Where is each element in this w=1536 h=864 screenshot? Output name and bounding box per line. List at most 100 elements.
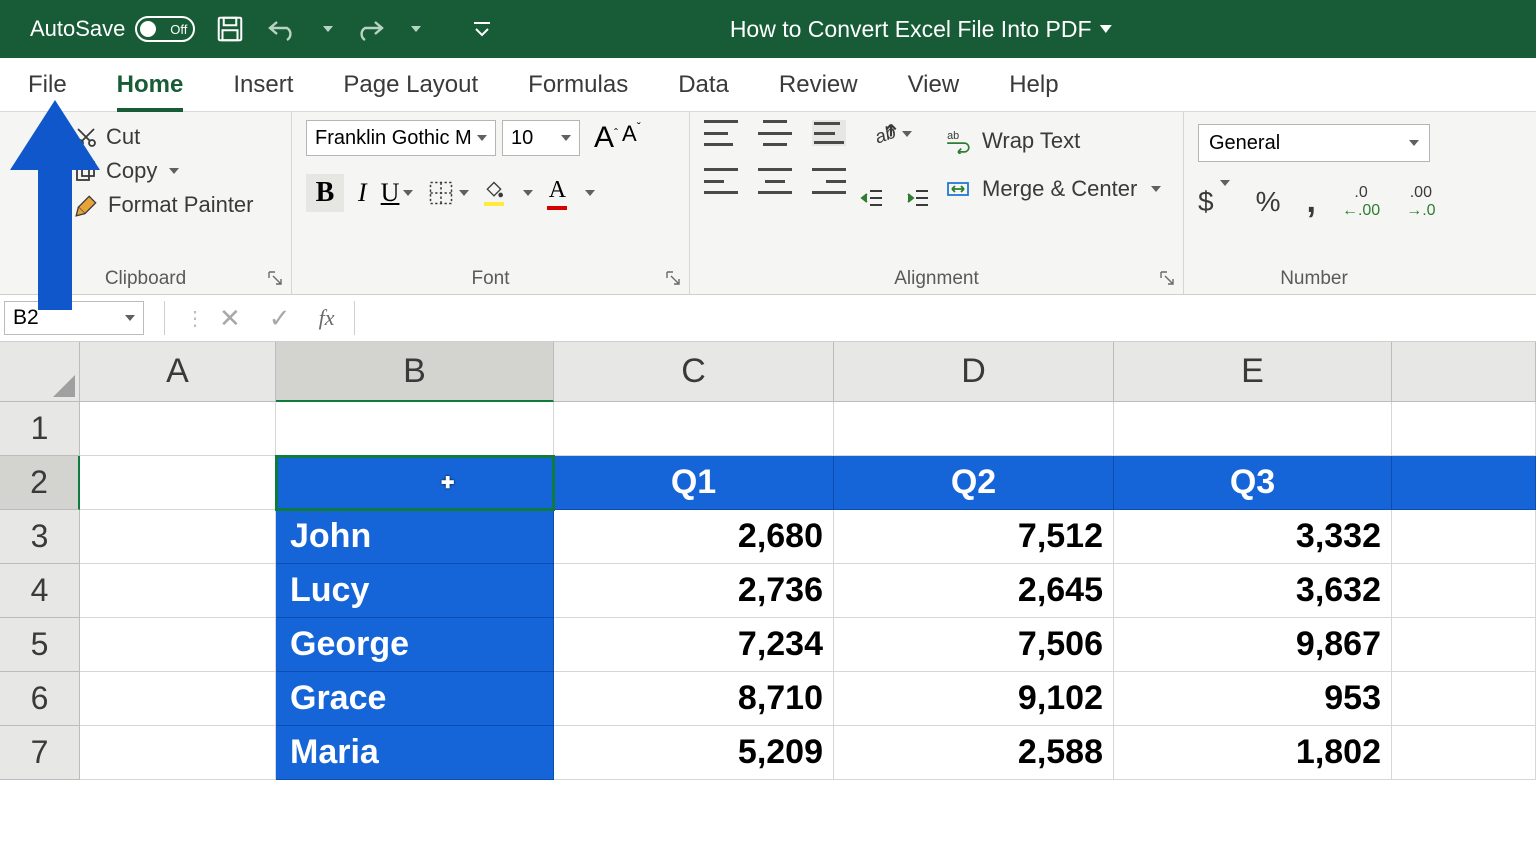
cell[interactable] — [1392, 618, 1536, 672]
cell[interactable]: 953 — [1114, 672, 1392, 726]
fill-color-button[interactable] — [483, 180, 505, 206]
save-icon[interactable] — [215, 14, 245, 44]
cell[interactable] — [80, 510, 276, 564]
col-header-e[interactable]: E — [1114, 342, 1392, 402]
cell[interactable]: 2,736 — [554, 564, 834, 618]
increase-indent-button[interactable] — [904, 186, 932, 215]
cell[interactable] — [554, 402, 834, 456]
percent-format-button[interactable]: % — [1256, 186, 1281, 218]
row-header-4[interactable]: 4 — [0, 564, 80, 618]
cell[interactable]: Q3 — [1114, 456, 1392, 510]
font-color-dropdown-icon[interactable] — [585, 190, 595, 196]
tab-data[interactable]: Data — [678, 58, 729, 111]
cancel-formula-button[interactable]: ✕ — [219, 303, 241, 334]
cell[interactable]: 7,512 — [834, 510, 1114, 564]
cell[interactable]: Q1 — [554, 456, 834, 510]
row-header-3[interactable]: 3 — [0, 510, 80, 564]
row-header-1[interactable]: 1 — [0, 402, 80, 456]
cell[interactable]: 2,645 — [834, 564, 1114, 618]
bold-button[interactable]: B — [306, 174, 344, 212]
wrap-text-button[interactable]: ab Wrap Text — [944, 128, 1169, 154]
align-middle-button[interactable] — [758, 120, 792, 146]
accounting-format-button[interactable]: $ — [1198, 186, 1230, 218]
autosave-toggle[interactable]: Off — [135, 16, 195, 42]
clipboard-dialog-launcher[interactable] — [267, 270, 285, 288]
cell[interactable]: 2,680 — [554, 510, 834, 564]
merge-center-button[interactable]: Merge & Center — [944, 176, 1169, 202]
cell[interactable]: 7,506 — [834, 618, 1114, 672]
row-header-2[interactable]: 2 — [0, 456, 80, 510]
cell[interactable] — [80, 456, 276, 510]
increase-font-button[interactable]: Aˆ — [594, 121, 618, 155]
font-name-select[interactable]: Franklin Gothic M — [306, 120, 496, 156]
tab-help[interactable]: Help — [1009, 58, 1058, 111]
align-top-button[interactable] — [704, 120, 738, 146]
orientation-button[interactable]: ab — [870, 120, 912, 148]
row-header-6[interactable]: 6 — [0, 672, 80, 726]
tab-insert[interactable]: Insert — [233, 58, 293, 111]
cell[interactable] — [80, 402, 276, 456]
cell-selected[interactable]: ✚ — [276, 456, 554, 510]
cell[interactable]: 9,102 — [834, 672, 1114, 726]
font-dialog-launcher[interactable] — [665, 270, 683, 288]
align-left-button[interactable] — [704, 168, 738, 194]
row-header-5[interactable]: 5 — [0, 618, 80, 672]
col-header-b[interactable]: B — [276, 342, 554, 402]
cell[interactable] — [80, 672, 276, 726]
decrease-font-button[interactable]: Aˇ — [622, 121, 641, 155]
document-title[interactable]: How to Convert Excel File Into PDF — [730, 16, 1112, 43]
select-all-corner[interactable] — [0, 342, 80, 402]
cell[interactable]: George — [276, 618, 554, 672]
redo-dropdown-icon[interactable] — [411, 26, 421, 32]
tab-page-layout[interactable]: Page Layout — [343, 58, 478, 111]
cell[interactable] — [834, 402, 1114, 456]
row-header-7[interactable]: 7 — [0, 726, 80, 780]
cell[interactable] — [1114, 402, 1392, 456]
number-format-select[interactable]: General — [1198, 124, 1430, 162]
cell[interactable] — [80, 726, 276, 780]
tab-home[interactable]: Home — [117, 58, 184, 111]
tab-review[interactable]: Review — [779, 58, 858, 111]
cell[interactable]: 7,234 — [554, 618, 834, 672]
insert-function-button[interactable]: fx — [319, 305, 335, 331]
cell[interactable]: Maria — [276, 726, 554, 780]
cell[interactable] — [1392, 672, 1536, 726]
decrease-decimal-button[interactable]: .00→.0 — [1406, 184, 1435, 220]
cell[interactable]: Lucy — [276, 564, 554, 618]
cell[interactable]: 2,588 — [834, 726, 1114, 780]
cell[interactable]: 3,632 — [1114, 564, 1392, 618]
italic-button[interactable]: I — [358, 178, 367, 208]
cut-button[interactable]: Cut — [74, 124, 277, 150]
cell[interactable] — [80, 618, 276, 672]
cell[interactable] — [1392, 456, 1536, 510]
cell[interactable]: 8,710 — [554, 672, 834, 726]
worksheet-grid[interactable]: A B C D E 1 2 ✚ Q1 Q2 Q3 3 John 2,680 7,… — [0, 342, 1536, 864]
cell[interactable] — [276, 402, 554, 456]
increase-decimal-button[interactable]: .0←.00 — [1342, 184, 1380, 220]
cell[interactable] — [1392, 726, 1536, 780]
comma-format-button[interactable]: , — [1306, 182, 1315, 221]
cell[interactable] — [1392, 402, 1536, 456]
tab-formulas[interactable]: Formulas — [528, 58, 628, 111]
cell[interactable]: 9,867 — [1114, 618, 1392, 672]
cell[interactable]: John — [276, 510, 554, 564]
copy-dropdown-icon[interactable] — [169, 168, 179, 174]
col-header-d[interactable]: D — [834, 342, 1114, 402]
format-painter-button[interactable]: Format Painter — [74, 192, 277, 218]
cell[interactable]: Grace — [276, 672, 554, 726]
cell[interactable]: Q2 — [834, 456, 1114, 510]
font-size-select[interactable]: 10 — [502, 120, 580, 156]
align-right-button[interactable] — [812, 168, 846, 194]
undo-button[interactable] — [265, 16, 299, 42]
fill-color-dropdown-icon[interactable] — [523, 190, 533, 196]
alignment-dialog-launcher[interactable] — [1159, 270, 1177, 288]
align-center-button[interactable] — [758, 168, 792, 194]
underline-button[interactable]: U — [381, 178, 414, 208]
borders-button[interactable] — [427, 179, 469, 207]
copy-button[interactable]: Copy — [74, 158, 277, 184]
align-bottom-button[interactable] — [812, 120, 846, 146]
col-header-a[interactable]: A — [80, 342, 276, 402]
cell[interactable]: 1,802 — [1114, 726, 1392, 780]
autosave-control[interactable]: AutoSave Off — [30, 16, 195, 42]
decrease-indent-button[interactable] — [858, 186, 886, 215]
